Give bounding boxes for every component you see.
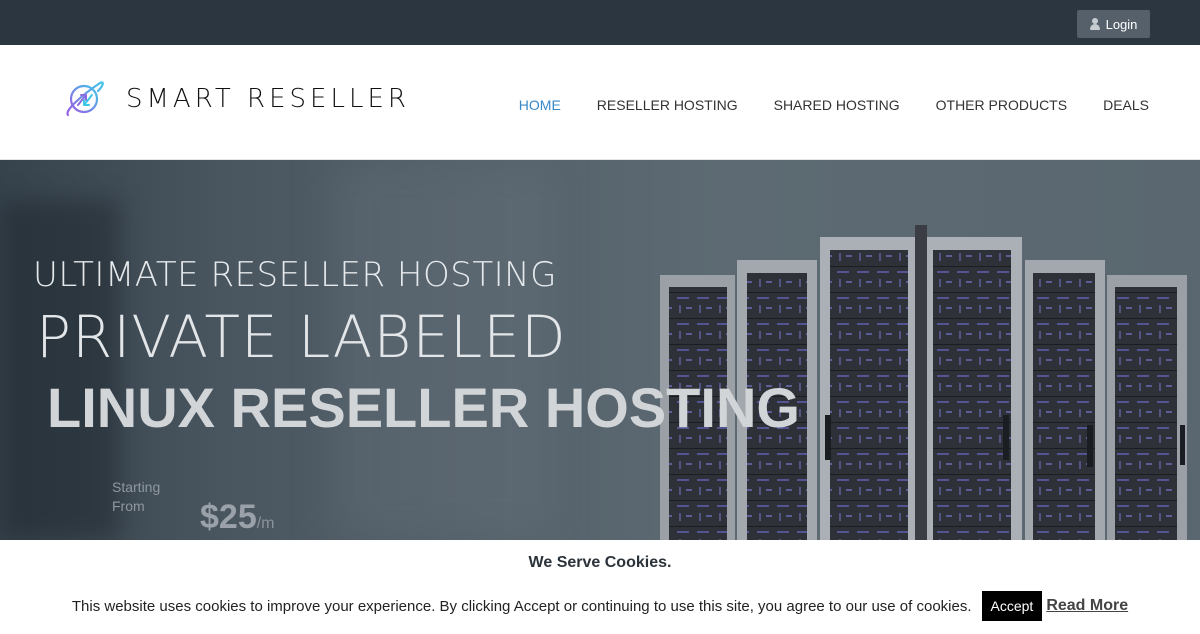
nav-deals[interactable]: DEALS	[1103, 97, 1149, 113]
price: $25/m	[200, 498, 275, 537]
accept-button[interactable]: Accept	[981, 591, 1043, 621]
login-button[interactable]: Login	[1077, 10, 1150, 38]
price-amount: $25	[200, 498, 257, 536]
hero-tagline: ULTIMATE RESELLER HOSTING	[33, 255, 557, 295]
main-nav: HOME RESELLER HOSTING SHARED HOSTING OTH…	[519, 97, 1149, 113]
starting-line2: From	[112, 498, 145, 514]
starting-from-label: Starting From	[112, 478, 160, 516]
globe-arrows-icon	[66, 81, 104, 117]
hero-banner: ULTIMATE RESELLER HOSTING PRIVATE LABELE…	[0, 160, 1200, 540]
cookie-title: We Serve Cookies.	[528, 554, 672, 571]
cookie-banner: We Serve Cookies. This website uses cook…	[0, 540, 1200, 634]
starting-line1: Starting	[112, 479, 161, 495]
login-label: Login	[1105, 16, 1138, 32]
top-bar: Login	[0, 0, 1200, 45]
nav-home[interactable]: HOME	[519, 97, 561, 113]
price-period: /m	[256, 515, 275, 532]
nav-reseller-hosting[interactable]: RESELLER HOSTING	[597, 97, 738, 113]
cookie-row: This website uses cookies to improve you…	[0, 591, 1200, 621]
user-icon	[1089, 18, 1100, 30]
cookie-message: This website uses cookies to improve you…	[71, 597, 972, 615]
logo[interactable]: SMART RESELLER	[62, 77, 410, 121]
hero-heading: LINUX RESELLER HOSTING	[47, 376, 800, 439]
hero-subheading: PRIVATE LABELED	[36, 303, 567, 371]
site-header: SMART RESELLER HOME RESELLER HOSTING SHA…	[0, 45, 1200, 160]
logo-text: SMART RESELLER	[126, 84, 410, 114]
nav-shared-hosting[interactable]: SHARED HOSTING	[774, 97, 900, 113]
read-more-link[interactable]: Read More	[1046, 597, 1128, 615]
nav-other-products[interactable]: OTHER PRODUCTS	[936, 97, 1067, 113]
